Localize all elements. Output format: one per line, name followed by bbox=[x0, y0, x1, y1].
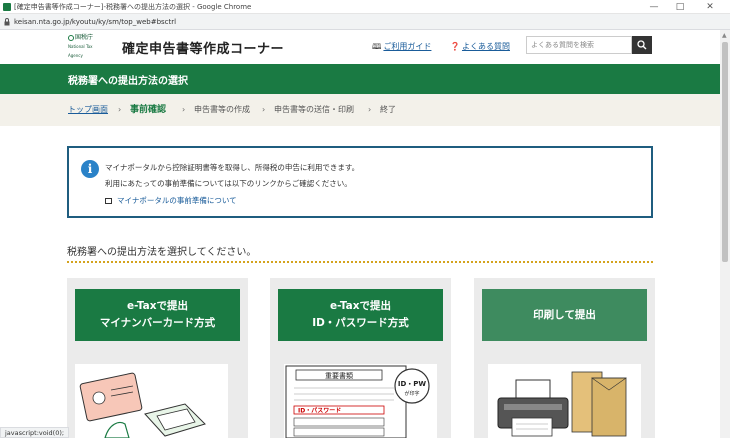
search-icon bbox=[637, 40, 647, 50]
printer-illustration bbox=[488, 364, 641, 438]
maximize-icon[interactable]: □ bbox=[670, 0, 690, 14]
page-scrollbar[interactable]: ▲ bbox=[720, 30, 730, 438]
id-password-document-image: 重要書類 ID・パスワード ID・PW が印字 bbox=[285, 365, 430, 438]
logo-subtext: National Tax Agency bbox=[68, 44, 93, 58]
faq-label: よくある質問 bbox=[461, 42, 510, 51]
site-title: 確定申告書等作成コーナー bbox=[122, 42, 285, 57]
notice-line-1: マイナポータルから控除証明書等を取得し、所得税の申告に利用できます。 bbox=[105, 163, 360, 172]
myna-portal-prep-link-label: マイナポータルの事前準備について bbox=[117, 196, 237, 205]
doc-title-text: 重要書類 bbox=[325, 371, 353, 380]
card-reader-image bbox=[79, 372, 206, 438]
info-icon: i bbox=[81, 160, 99, 178]
site-favicon-icon bbox=[3, 3, 11, 11]
notice-line-2: 利用にあたっての事前準備については以下のリンクからご確認ください。 bbox=[105, 179, 352, 188]
breadcrumb-end: 終了 bbox=[380, 105, 396, 114]
breadcrumb-separator-icon: › bbox=[182, 105, 186, 114]
printer-image bbox=[497, 371, 627, 437]
dotted-divider bbox=[67, 261, 653, 263]
lock-icon bbox=[4, 18, 10, 26]
browser-status-bar: javascript:void(0); bbox=[0, 427, 70, 438]
nta-logo[interactable]: 国税庁 National Tax Agency bbox=[68, 33, 108, 60]
minimize-icon[interactable]: — bbox=[644, 0, 664, 14]
external-window-icon bbox=[105, 198, 112, 204]
breadcrumb: トップ画面 › 事前確認 › 申告書等の作成 › 申告書等の送信・印刷 › 終了 bbox=[0, 94, 720, 126]
breadcrumb-separator-icon: › bbox=[118, 105, 122, 114]
usage-guide-link[interactable]: 🕮 ご利用ガイド bbox=[372, 41, 431, 55]
doc-strip-text: ID・パスワード bbox=[298, 407, 341, 415]
breadcrumb-separator-icon: › bbox=[262, 105, 266, 114]
logo-text: 国税庁 bbox=[75, 34, 94, 41]
option-label-line-2: マイナンバーカード方式 bbox=[99, 317, 216, 329]
id-pw-badge-subtext: が印字 bbox=[404, 390, 419, 397]
option-label-line-1: e-Taxで提出 bbox=[329, 300, 392, 312]
breadcrumb-pre-check: 事前確認 bbox=[130, 105, 167, 115]
etax-mynumber-card-button[interactable]: e-Taxで提出 マイナンバーカード方式 bbox=[75, 289, 240, 341]
nta-emblem-icon bbox=[68, 34, 74, 41]
option-card-mynumber: e-Taxで提出 マイナンバーカード方式 bbox=[67, 278, 248, 438]
browser-title-bar: [確定申告書等作成コーナー]-税務署への提出方法の選択 - Google Chr… bbox=[0, 0, 730, 14]
page-title: 税務署への提出方法の選択 bbox=[68, 76, 188, 87]
option-label-line-2: ID・パスワード方式 bbox=[312, 317, 409, 329]
print-and-submit-button[interactable]: 印刷して提出 bbox=[482, 289, 647, 341]
scroll-up-icon[interactable]: ▲ bbox=[722, 32, 727, 39]
site-header: 国税庁 National Tax Agency 確定申告書等作成コーナー 🕮 ご利… bbox=[0, 30, 720, 64]
myna-portal-notice: i マイナポータルから控除証明書等を取得し、所得税の申告に利用できます。 利用に… bbox=[67, 146, 653, 218]
page-banner: 税務署への提出方法の選択 bbox=[0, 64, 720, 94]
breadcrumb-send-print: 申告書等の送信・印刷 bbox=[274, 105, 354, 114]
usage-guide-label: ご利用ガイド bbox=[383, 42, 432, 51]
search-button[interactable] bbox=[632, 36, 652, 54]
scrollbar-thumb[interactable] bbox=[722, 42, 728, 262]
address-url[interactable]: keisan.nta.go.jp/kyoutu/ky/sm/top_web#bs… bbox=[14, 14, 176, 30]
id-password-illustration: 重要書類 ID・パスワード ID・PW が印字 bbox=[284, 364, 437, 438]
myna-portal-prep-link[interactable]: マイナポータルの事前準備について bbox=[105, 195, 237, 206]
address-bar[interactable]: keisan.nta.go.jp/kyoutu/ky/sm/top_web#bs… bbox=[0, 14, 730, 30]
question-icon: ❓ bbox=[450, 42, 460, 51]
breadcrumb-top[interactable]: トップ画面 bbox=[68, 94, 108, 126]
faq-link[interactable]: ❓ よくある質問 bbox=[450, 41, 510, 52]
option-label-line-1: 印刷して提出 bbox=[533, 308, 596, 321]
faq-search-input[interactable]: よくある質問を検索 bbox=[526, 36, 632, 54]
breadcrumb-create: 申告書等の作成 bbox=[194, 105, 250, 114]
browser-window-title: [確定申告書等作成コーナー]-税務署への提出方法の選択 - Google Chr… bbox=[14, 3, 252, 11]
close-icon[interactable]: ✕ bbox=[700, 0, 720, 14]
option-card-idpw: e-Taxで提出 ID・パスワード方式 重要書類 ID・パスワード ID・PW … bbox=[270, 278, 451, 438]
book-icon: 🕮 bbox=[372, 42, 382, 51]
breadcrumb-separator-icon: › bbox=[368, 105, 372, 114]
mynumber-card-illustration bbox=[75, 364, 228, 438]
option-label-line-1: e-Taxで提出 bbox=[126, 300, 189, 312]
etax-id-password-button[interactable]: e-Taxで提出 ID・パスワード方式 bbox=[278, 289, 443, 341]
id-pw-badge-text: ID・PW bbox=[398, 380, 427, 388]
option-card-print: 印刷して提出 bbox=[474, 278, 655, 438]
section-heading: 税務署への提出方法を選択してください。 bbox=[67, 247, 257, 258]
